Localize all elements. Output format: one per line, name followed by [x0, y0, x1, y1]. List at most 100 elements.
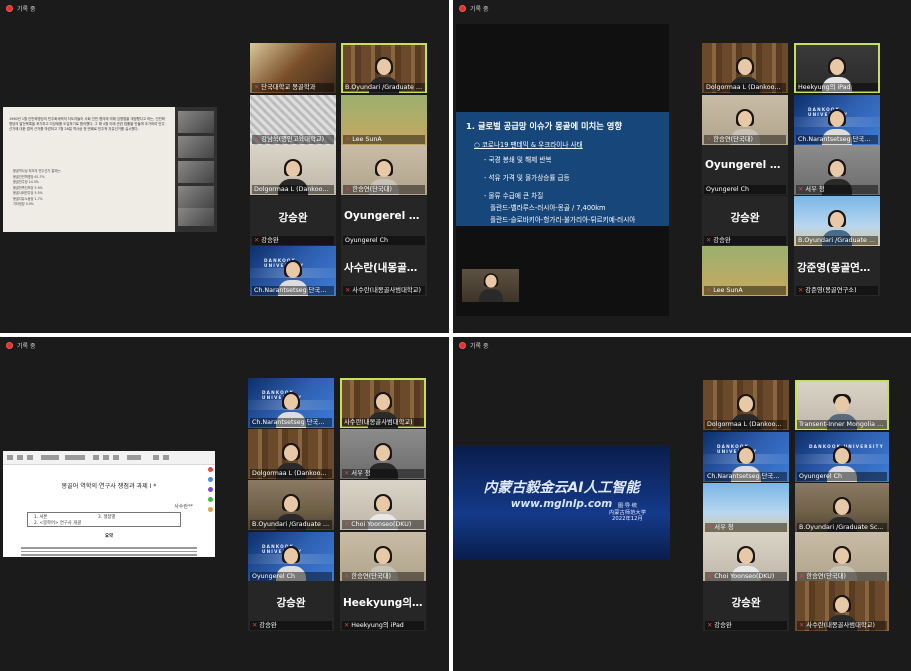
video-tile-active-speaker[interactable]: Heekyung의 iPad	[794, 43, 880, 93]
participant-name: Ch.Narantsetseg 단국대...	[796, 135, 878, 144]
toolbar-icon[interactable]	[27, 455, 33, 460]
video-tile-active-speaker[interactable]: B.Oyundari /Graduate School...	[341, 43, 427, 93]
slide-list-item: 기타정당 0.9%	[13, 202, 34, 206]
video-tile[interactable]: B.Oyundari /Graduate Sc...	[794, 196, 880, 246]
mic-muted-icon: ✕	[344, 521, 350, 528]
video-tile[interactable]: ✕ 강남욱(명인고육대학교)	[250, 95, 336, 145]
video-tile[interactable]: B.Oyundari /Graduate Sc...	[795, 483, 889, 533]
participant-name: ✕ Choi Yoonseo(DKU)	[705, 572, 787, 581]
video-tile[interactable]: DANKOOK UNIVERSITY Oyungerel Ch	[795, 432, 889, 482]
video-tile[interactable]: 강승완 ✕ 강승완	[703, 581, 789, 631]
participant-name: Oyungerel Ch	[343, 236, 425, 245]
mic-muted-icon: ✕	[707, 622, 713, 629]
video-tile[interactable]: B.Oyundari /Graduate Sc...	[248, 480, 334, 530]
toolbar-icon[interactable]	[41, 455, 59, 460]
slide-list: 몽골역사상 최초의 민주선거 결과는: 몽골인민혁명당 61.7% 몽골민주당 …	[13, 169, 133, 208]
mic-muted-icon: ✕	[799, 573, 805, 580]
mic-muted-icon: ✕	[799, 622, 805, 629]
video-tile[interactable]: ✕ 서우 청	[703, 483, 789, 533]
banner-organization: 图·导·统 内蒙古师范大学 2022年12月	[608, 503, 646, 522]
participant-name: ✕ Lee SunA	[704, 286, 786, 295]
mic-muted-icon: ✕	[254, 136, 260, 143]
side-tool-icon[interactable]	[208, 507, 213, 512]
video-tile[interactable]: ✕ 단국대학교 몽골학과	[250, 43, 336, 93]
video-tile[interactable]: 강준영(몽골연구... ✕ 강준영(몽골연구소)	[794, 246, 880, 296]
video-tile[interactable]: Dolgormaa L (Dankook U...	[702, 43, 788, 93]
record-dot-icon	[459, 5, 466, 12]
participant-display-name: 강승완	[730, 212, 760, 224]
mic-muted-icon: ✕	[254, 84, 260, 91]
mic-muted-icon: ✕	[345, 287, 351, 294]
video-tile[interactable]: 강승완 ✕ 강승완	[250, 196, 336, 246]
video-tile[interactable]: DANKOOK UNIVERSITY Ch.Narantsetseg 단국대..…	[250, 246, 336, 296]
participant-name: ✕ 강남욱(명인고육대학교)	[252, 135, 334, 144]
meeting-panel-q4: 기록 중 内蒙古毅金云AI人工智能 www.mglnlp.com 图·导·统 内…	[453, 337, 911, 671]
video-tile-active-speaker[interactable]: 사수란(내몽골사범대학교)	[340, 378, 426, 428]
slide-route: 폴란드-슬로바키아-헝가리-불가리아-튀르키예-러시아	[490, 216, 636, 224]
shared-screen-slide: 1960년 1월 인민혁명당의 민주화세력의 지도자들이 사회 인민 협의에 의…	[3, 107, 217, 232]
video-tile[interactable]: DANKOOK UNIVERSITY Ch.Narantsetseg 단국대..…	[248, 378, 334, 428]
video-tile[interactable]: DANKOOK UNIVERSITY Ch.Narantsetseg 단국대..…	[794, 95, 880, 145]
toolbar-icon[interactable]	[103, 455, 109, 460]
document-body-text	[21, 545, 197, 557]
recording-label: 기록 중	[17, 343, 36, 350]
archive-photo	[178, 186, 214, 208]
participant-name: ✕ 한승연(단국대)	[342, 572, 424, 581]
toc-item: 3. 쟁점별	[98, 515, 116, 520]
side-tool-icon[interactable]	[208, 497, 213, 502]
toolbar-icon[interactable]	[163, 455, 169, 460]
document-abstract-heading: 요약	[105, 534, 113, 539]
side-tool-icon[interactable]	[208, 467, 213, 472]
video-tile[interactable]: ✕ 한승연(단국대)	[340, 532, 426, 582]
toolbar-icon[interactable]	[113, 455, 119, 460]
slide-photo-strip	[175, 107, 217, 232]
participant-name: B.Oyundari /Graduate School...	[343, 83, 425, 92]
video-tile[interactable]: ✕ Lee SunA	[341, 95, 427, 145]
video-tile[interactable]: Dolgormaa L (Dankook U...	[248, 429, 334, 479]
participant-display-name: 사수란(내몽골사...	[344, 262, 427, 274]
shared-screen-banner: 内蒙古毅金云AI人工智能 www.mglnlp.com 图·导·统 内蒙古师范大…	[453, 446, 670, 560]
video-tile[interactable]: Dolgormaa L (Dankook U...	[703, 380, 789, 430]
participant-name: ✕ 서우 청	[342, 469, 424, 478]
video-tile[interactable]: DANKOOK UNIVERSITY Ch.Narantsetseg 단국대..…	[703, 432, 789, 482]
video-tile[interactable]: Oyungerel Ch Oyungerel Ch	[341, 196, 427, 246]
video-tile[interactable]: DANKOOK UNIVERSITY Oyungerel Ch	[248, 532, 334, 582]
mic-muted-icon: ✕	[706, 287, 712, 294]
video-tile[interactable]: Heekyung의 iPad ✕Heekyung의 iPad	[340, 581, 426, 631]
video-tile[interactable]: ✕ 사수란(내몽골사범대학교)	[795, 581, 889, 631]
video-tile[interactable]: ✕ 서우 청	[340, 429, 426, 479]
video-tile[interactable]: ✕ 서우 청	[794, 145, 880, 195]
video-tile-active-speaker[interactable]: Transent-Inner Mongolia Nor...	[795, 380, 889, 430]
toolbar-icon[interactable]	[17, 455, 23, 460]
participant-name: ✕ 한승연(단국대)	[797, 572, 887, 581]
video-tile[interactable]: ✕ 한승연(단국대)	[795, 532, 889, 582]
toolbar-icon[interactable]	[7, 455, 13, 460]
archive-photo	[178, 208, 214, 226]
participant-video	[478, 273, 503, 302]
self-view-thumbnail[interactable]	[462, 269, 519, 302]
mic-muted-icon: ✕	[707, 524, 713, 531]
video-tile[interactable]: 강승완 ✕ 강승완	[248, 581, 334, 631]
toolbar-icon[interactable]	[127, 455, 141, 460]
toolbar-icon[interactable]	[93, 455, 99, 460]
recording-label: 기록 중	[470, 343, 489, 350]
video-tile[interactable]: Dolgormaa L (Dankook U...	[250, 145, 336, 195]
video-tile[interactable]: ✕ Choi Yoonseo(DKU)	[340, 480, 426, 530]
document-toolbar	[3, 451, 215, 465]
video-tile[interactable]: Oyungerel Ch Oyungerel Ch	[702, 145, 788, 195]
participant-display-name: 강승완	[278, 212, 308, 224]
participant-name: Ch.Narantsetseg 단국대...	[705, 472, 787, 481]
participant-name: ✕ 서우 청	[705, 523, 787, 532]
recording-label: 기록 중	[470, 6, 489, 13]
video-tile[interactable]: ✕ Lee SunA	[702, 246, 788, 296]
video-tile[interactable]: 강승완 ✕ 강승완	[702, 196, 788, 246]
toolbar-icon[interactable]	[65, 455, 85, 460]
video-tile[interactable]: ✕ Choi Yoonseo(DKU)	[703, 532, 789, 582]
video-tile[interactable]: 사수란(내몽골사... ✕ 사수란(내몽골사범대학교)	[341, 246, 427, 296]
banner-title: 内蒙古毅金云AI人工智能	[483, 480, 640, 496]
video-tile[interactable]: ✕ 한승연(단국대)	[702, 95, 788, 145]
toolbar-icon[interactable]	[153, 455, 159, 460]
mic-muted-icon: ✕	[252, 622, 258, 629]
video-tile[interactable]: ✕ 한승연(단국대)	[341, 145, 427, 195]
archive-photo	[178, 111, 214, 133]
